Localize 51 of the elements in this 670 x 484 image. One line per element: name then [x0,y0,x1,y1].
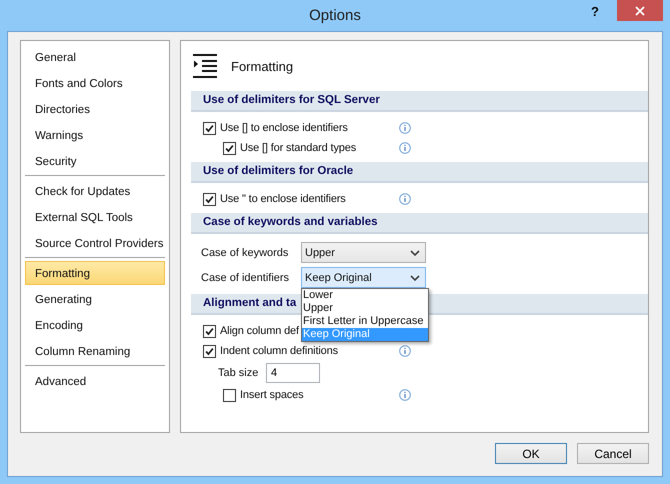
help-button[interactable]: ? [591,4,599,19]
indent-icon [193,54,217,78]
sidebar-item[interactable]: Advanced [25,369,165,393]
sidebar-item[interactable]: Fonts and Colors [25,71,165,95]
window-title: Options [309,7,361,24]
checkbox[interactable] [203,192,216,206]
chevron-icon [410,248,420,256]
sidebar-item[interactable]: Security [25,149,165,173]
cancel-button[interactable]: Cancel [577,443,649,464]
checkbox-label[interactable]: Use [] to enclose identifiers [220,122,348,134]
field-label: Tab size [218,367,260,379]
checkbox-label[interactable]: Indent column definitions [220,345,338,357]
input-field[interactable]: 4 [266,363,320,383]
dropdown-option[interactable]: First Letter in Uppercase [302,315,428,328]
checkbox-label[interactable]: Use " to enclose identifiers [220,193,346,205]
sidebar-item[interactable]: Warnings [25,123,165,147]
checkbox-label[interactable]: Insert spaces [240,389,304,401]
sidebar-item[interactable]: Column Renaming [25,339,165,363]
checkbox[interactable] [223,142,236,154]
dropdown-option[interactable]: Upper [302,302,428,315]
checkbox[interactable] [203,122,216,134]
checkbox[interactable] [223,388,236,402]
checkbox-label[interactable]: Use [] for standard types [240,142,356,154]
sidebar-item[interactable]: Source Control Providers [25,231,165,255]
sidebar-item[interactable]: External SQL Tools [25,205,165,229]
sidebar-item[interactable]: Check for Updates [25,179,165,203]
sidebar-item[interactable]: Generating [25,287,165,311]
info-icon[interactable] [399,193,411,205]
info-icon[interactable] [399,122,411,134]
ok-button[interactable]: OK [495,443,567,464]
info-icon[interactable] [399,142,411,154]
field-label: Case of keywords [201,246,290,258]
checkbox[interactable] [203,344,216,358]
chevron-icon [410,274,420,282]
dropdown[interactable]: Keep Original [301,267,426,288]
sidebar-item[interactable]: Directories [25,97,165,121]
section-header: Use of delimiters for SQL Server [191,91,648,112]
info-icon[interactable] [399,389,411,401]
checkbox[interactable] [203,324,216,338]
close-button[interactable] [617,0,663,21]
sidebar-item[interactable]: Formatting [25,261,165,285]
field-label: Case of identifiers [201,272,290,284]
section-header: Use of delimiters for Oracle [191,162,648,183]
section-header: Case of keywords and variables [191,213,648,234]
checkbox-label[interactable]: Align column def [220,325,299,337]
sidebar-item[interactable]: General [25,45,165,69]
sidebar-item[interactable]: Encoding [25,313,165,337]
info-icon[interactable] [399,345,411,357]
page-title: Formatting [231,58,294,74]
close-icon [635,6,645,16]
dropdown[interactable]: Upper [301,242,426,263]
